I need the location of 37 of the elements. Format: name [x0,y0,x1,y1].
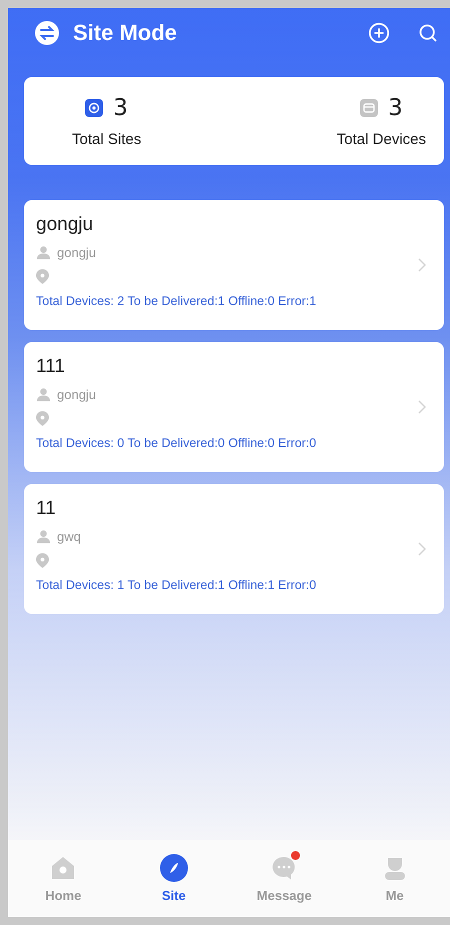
site-card[interactable]: 11 gwq Total Devices: 1 To be Delivered:1 Offline:1 Error:0 [24,484,444,614]
chevron-right-icon [418,258,426,272]
chevron-right-icon [418,542,426,556]
camera-icon [360,98,378,116]
device-stats: Total Devices: 1 To be Delivered:1 Offline:1 Error:0 [36,577,316,594]
chevron-right-icon [418,400,426,414]
notification-dot [291,851,300,860]
search-icon[interactable] [418,23,438,43]
owner-name: gongju [57,387,96,402]
location-icon [85,98,104,116]
owner-name: gwq [57,529,81,544]
owner-name: gongju [57,245,96,260]
map-pin-icon [36,411,49,426]
screen-title: Site Mode [73,20,177,46]
nav-tab[interactable]: Message [239,854,330,903]
device-stats: Total Devices: 2 To be Delivered:1 Offline:0 Error:1 [36,293,316,310]
site-name: 111 [36,356,65,378]
person-icon [36,245,51,260]
switch-icon[interactable] [35,21,59,45]
map-pin-icon [36,269,49,284]
map-pin-icon [36,553,49,568]
site-name: 11 [36,498,56,520]
site-card[interactable]: gongju gongju Total Devices: 2 To be Delivered:1 Offline:0 Error:1 [24,200,444,330]
count-label: Total Devices [336,130,426,148]
nav-tab[interactable]: Home [18,854,108,903]
person-icon [36,529,51,544]
count-value: 3 [113,94,128,120]
person-icon [36,387,51,402]
count-label: Total Sites [72,130,142,148]
compass-icon [160,854,188,882]
site-card[interactable]: 111 gongju Total Devices: 0 To be Delivered:0 Offline:0 Error:0 [24,342,444,472]
nav-tab[interactable]: Me [350,854,440,903]
add-icon[interactable] [368,22,390,44]
nav-tab[interactable]: Site [128,854,219,903]
count-value: 3 [388,94,403,120]
device-stats: Total Devices: 0 To be Delivered:0 Offline:0 Error:0 [36,435,316,452]
site-name: gongju [36,214,94,236]
